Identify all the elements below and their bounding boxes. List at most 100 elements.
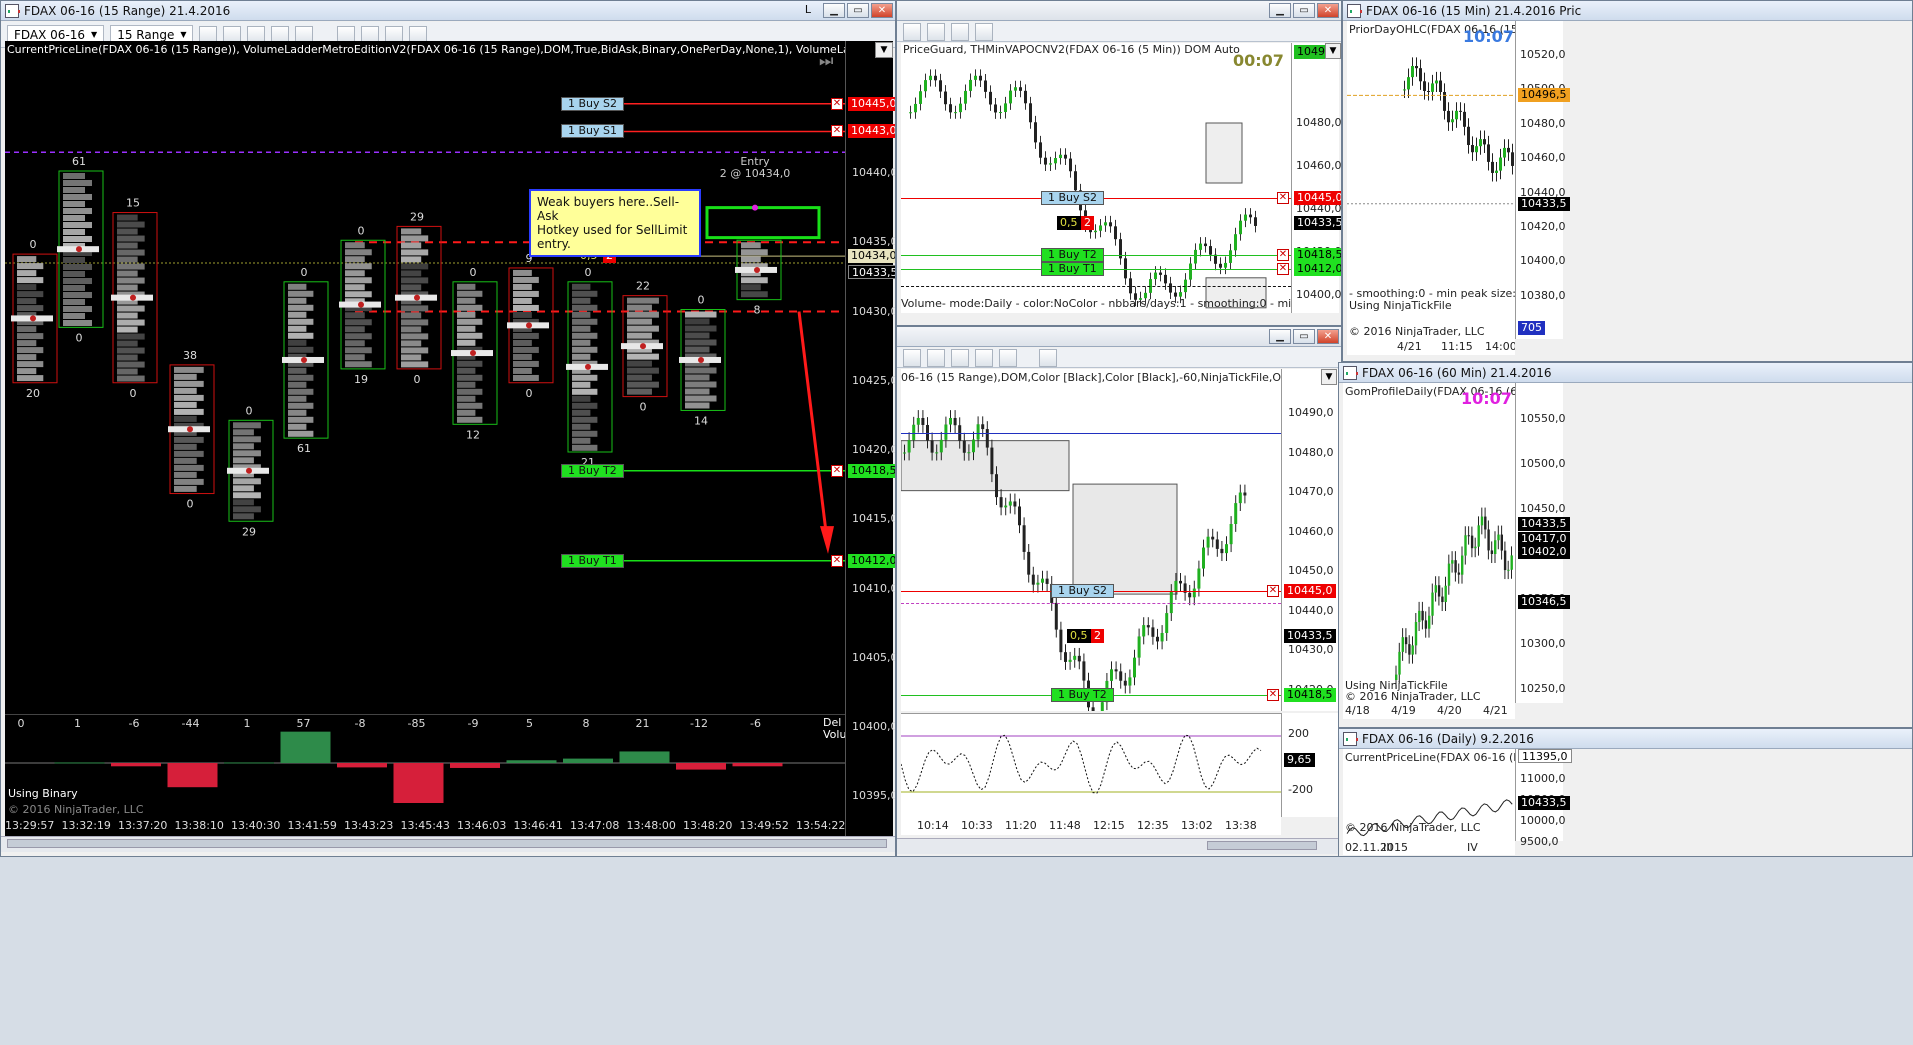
right-top-price-panel[interactable]: PriorDayOHLC(FDAX 06-16 (15 Min)), Prio …: [1347, 21, 1515, 339]
candle-body: [919, 91, 922, 104]
ladder-cell: [513, 304, 539, 311]
ladder-cell: [457, 409, 476, 416]
candle-body: [1443, 91, 1446, 111]
range-box: [1205, 122, 1243, 184]
restore-button[interactable]: ▭: [1293, 3, 1315, 18]
ladder-cell: [572, 290, 598, 297]
main-horizontal-scrollbar[interactable]: [1, 836, 895, 852]
buy-s1-order-button[interactable]: 1 Buy S1: [561, 124, 625, 139]
cancel-order-button[interactable]: ✕: [1267, 584, 1279, 597]
candle-body: [1104, 222, 1107, 226]
poc-dot: [76, 246, 82, 253]
right-top-title-bar[interactable]: FDAX 06-16 (15 Min) 21.4.2016 Pric: [1343, 1, 1912, 21]
minimize-button[interactable]: ▁: [823, 3, 845, 18]
ladder-cell: [741, 284, 761, 291]
buy-s2-cancel-button[interactable]: ✕: [831, 97, 843, 110]
ladder-cell: [117, 284, 138, 291]
ladder-cell: [233, 457, 254, 464]
buy-s1-cancel-button[interactable]: ✕: [831, 125, 843, 138]
mid-top-title-bar[interactable]: ▁ ▭ ✕: [897, 1, 1341, 21]
cancel-order-button[interactable]: ✕: [1277, 192, 1289, 205]
candle-body: [934, 75, 937, 81]
buy-s2-order-button[interactable]: 1 Buy S2: [1051, 583, 1115, 598]
right-bottom-price-panel[interactable]: CurrentPriceLine(FDAX 06-16 (Daily)) © 2…: [1343, 749, 1515, 841]
ladder-cell: [233, 499, 254, 506]
print-icon[interactable]: [999, 348, 1017, 367]
cancel-order-button[interactable]: ✕: [1277, 263, 1289, 276]
time-tick-label: 13:32:19: [61, 819, 111, 832]
buy-s2-order-button[interactable]: 1 Buy S2: [561, 96, 625, 111]
ladder-cell: [288, 367, 307, 374]
right-bottom-title-bar[interactable]: FDAX 06-16 (Daily) 9.2.2016: [1339, 729, 1912, 749]
buy-s2-order-button[interactable]: 1 Buy S2: [1041, 191, 1105, 206]
poc-dot: [698, 356, 704, 363]
buy-t2-order-button[interactable]: 1 Buy T2: [1051, 688, 1114, 703]
main-title-bar[interactable]: FDAX 06-16 (15 Range) 21.4.2016 ▁ ▭ ✕ L: [1, 1, 895, 21]
ladder-cell: [63, 306, 92, 312]
data-box-icon[interactable]: [927, 348, 945, 367]
chart-trader-icon[interactable]: [903, 22, 921, 41]
mid-bottom-horizontal-scrollbar[interactable]: [897, 838, 1341, 854]
buy-t2-order-button[interactable]: 1 Buy T2: [561, 463, 624, 478]
mid-top-price-panel[interactable]: PriceGuard, THMinVAPOCNV2(FDAX 06-16 (5 …: [901, 43, 1291, 313]
candle-body: [1202, 547, 1205, 569]
current-price-tag: 10434,0: [848, 249, 895, 264]
cancel-order-button[interactable]: ✕: [1277, 249, 1289, 262]
candle-body: [949, 104, 952, 113]
right-top-chart-window: FDAX 06-16 (15 Min) 21.4.2016 Pric Prior…: [1342, 0, 1913, 362]
main-price-panel[interactable]: CurrentPriceLine(FDAX 06-16 (15 Range)),…: [5, 41, 845, 714]
mid-top-price-axis: 10480,010460,010440,010420,010400,010380…: [1291, 43, 1341, 313]
ladder-cell: [345, 361, 372, 368]
window-link-icon[interactable]: [975, 22, 993, 41]
price-tick-label: 11000,0: [1520, 772, 1566, 785]
ladder-cell: [174, 478, 204, 485]
close-button[interactable]: ✕: [1317, 329, 1339, 344]
close-button[interactable]: ✕: [1317, 3, 1339, 18]
scroll-thumb[interactable]: [1207, 841, 1317, 850]
buy-t2-order-button[interactable]: 1 Buy T2: [1041, 248, 1104, 263]
properties-icon[interactable]: [951, 348, 969, 367]
ladder-cell: [457, 283, 476, 290]
properties-icon[interactable]: [951, 22, 969, 41]
ladder-cell: [63, 264, 92, 270]
collapse-toggle-icon[interactable]: L: [805, 3, 811, 16]
price-tick-label: 10410,0: [852, 581, 896, 595]
mid-bottom-price-panel[interactable]: 06-16 (15 Range),DOM,Color [Black],Color…: [901, 369, 1281, 711]
buy-t1-order-button[interactable]: 1 Buy T1: [561, 553, 624, 568]
buy-t2-cancel-button[interactable]: ✕: [831, 464, 843, 477]
scroll-thumb[interactable]: [7, 839, 887, 848]
ladder-cell: [685, 395, 717, 402]
restore-button[interactable]: ▭: [1293, 329, 1315, 344]
poc-dot: [301, 356, 307, 363]
right-middle-price-panel[interactable]: GomProfileDaily(FDAX 06-16 (60 Min)) DOM…: [1343, 383, 1515, 703]
ladder-cell: [117, 235, 145, 242]
ladder-cell: [685, 367, 717, 374]
axis-menu-button[interactable]: ▼: [1321, 369, 1337, 385]
time-tick-label: 11:20: [1005, 819, 1037, 832]
price-tick-label: 10400,0: [1520, 254, 1566, 268]
ladder-cell: [345, 333, 372, 340]
data-box-icon[interactable]: [927, 22, 945, 41]
restore-button[interactable]: ▭: [847, 3, 869, 18]
oscillator-panel: [901, 713, 1281, 817]
time-tick-label: 13:02: [1181, 819, 1213, 832]
cancel-order-button[interactable]: ✕: [1267, 689, 1279, 702]
axis-menu-button[interactable]: ▼: [1325, 43, 1341, 59]
buy-t1-cancel-button[interactable]: ✕: [831, 554, 843, 567]
range-box: [901, 440, 1070, 492]
right-middle-title-bar[interactable]: FDAX 06-16 (60 Min) 21.4.2016: [1339, 363, 1912, 383]
candle-body: [1441, 596, 1444, 603]
position-qty-label: 0,5: [1057, 215, 1081, 230]
candle-body: [1490, 550, 1494, 554]
close-button[interactable]: ✕: [871, 3, 893, 18]
buy-t1-order-button[interactable]: 1 Buy T1: [1041, 262, 1104, 277]
minimize-button[interactable]: ▁: [1269, 3, 1291, 18]
chart-trader-icon[interactable]: [903, 348, 921, 367]
mid-bottom-title-bar[interactable]: ▁ ▭ ✕: [897, 327, 1341, 347]
minimize-button[interactable]: ▁: [1269, 329, 1291, 344]
draw-object-icon[interactable]: [1039, 348, 1057, 367]
oscillator-axis: 200 -200 9,65: [1281, 713, 1339, 817]
ladder-cell: [513, 339, 532, 346]
window-link-icon[interactable]: [975, 348, 993, 367]
axis-menu-button[interactable]: ▼: [875, 42, 893, 58]
